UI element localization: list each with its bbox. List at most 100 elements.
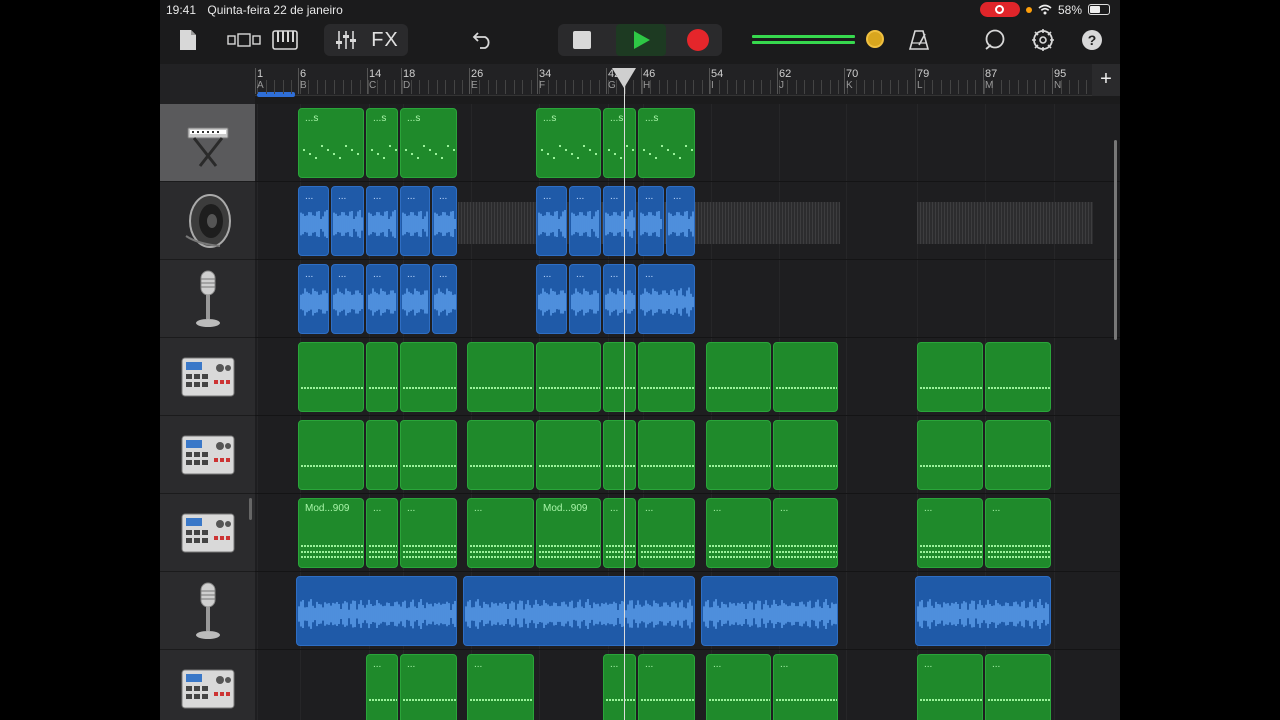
midi-region[interactable]: Mod...909 (536, 498, 601, 568)
audio-region[interactable]: ... (432, 186, 457, 256)
screen-recording-indicator[interactable] (979, 2, 1020, 17)
midi-region[interactable]: ... (638, 498, 695, 568)
midi-region[interactable] (298, 342, 364, 412)
midi-region[interactable]: ...s (400, 108, 457, 178)
audio-region[interactable] (463, 576, 695, 646)
midi-region[interactable]: ... (366, 498, 398, 568)
audio-region[interactable]: ... (536, 264, 567, 334)
midi-region[interactable] (400, 342, 457, 412)
loop-browser-button[interactable] (980, 24, 1010, 56)
midi-region[interactable] (706, 342, 771, 412)
midi-region[interactable] (917, 420, 983, 490)
midi-region[interactable] (638, 420, 695, 490)
audio-region[interactable]: ... (400, 264, 430, 334)
audio-region[interactable]: ... (298, 186, 329, 256)
header-resize-handle[interactable] (249, 498, 252, 520)
midi-region[interactable]: ...s (298, 108, 364, 178)
audio-region[interactable]: ... (603, 264, 636, 334)
my-songs-button[interactable] (174, 24, 202, 56)
midi-region[interactable]: ... (603, 654, 636, 720)
midi-region[interactable] (298, 420, 364, 490)
midi-region[interactable]: ...s (603, 108, 636, 178)
track-header-beat-2[interactable] (160, 416, 255, 494)
fx-button[interactable]: FX (368, 24, 402, 56)
track-lane[interactable]: ........................... (255, 650, 1120, 720)
track-lane[interactable] (255, 572, 1120, 650)
track-controls-button[interactable] (330, 24, 362, 56)
audio-region[interactable]: ... (569, 264, 601, 334)
midi-region[interactable]: ... (603, 498, 636, 568)
settings-button[interactable] (1028, 24, 1058, 56)
track-lane[interactable]: .............................. (255, 182, 1120, 260)
midi-region[interactable] (467, 342, 534, 412)
audio-region[interactable]: ... (432, 264, 457, 334)
midi-region[interactable] (773, 420, 838, 490)
midi-region[interactable]: ... (985, 498, 1051, 568)
midi-region[interactable]: ... (400, 654, 457, 720)
track-header-mic-2[interactable] (160, 572, 255, 650)
track-lane[interactable] (255, 338, 1120, 416)
midi-region[interactable]: ...s (638, 108, 695, 178)
midi-region[interactable] (917, 342, 983, 412)
audio-region[interactable]: ... (366, 186, 398, 256)
midi-region[interactable] (773, 342, 838, 412)
midi-region[interactable]: ... (706, 498, 771, 568)
track-header-beat-1[interactable] (160, 338, 255, 416)
midi-region[interactable] (536, 420, 601, 490)
midi-region[interactable] (985, 420, 1051, 490)
midi-region[interactable]: ... (467, 654, 534, 720)
play-button[interactable] (616, 24, 666, 56)
track-header-amp[interactable] (160, 182, 255, 260)
stop-button[interactable] (564, 24, 600, 56)
muted-audio-region[interactable] (917, 202, 1093, 244)
add-section-button[interactable]: + (1092, 64, 1120, 96)
midi-region[interactable] (400, 420, 457, 490)
audio-region[interactable]: ... (569, 186, 601, 256)
audio-region[interactable]: ... (331, 264, 364, 334)
midi-region[interactable]: ... (706, 654, 771, 720)
midi-region[interactable]: ... (773, 654, 838, 720)
record-button[interactable] (680, 24, 716, 56)
midi-region[interactable]: ... (467, 498, 534, 568)
help-button[interactable]: ? (1078, 24, 1106, 56)
track-lane[interactable]: ........................... (255, 260, 1120, 338)
track-header-beat-4[interactable] (160, 650, 255, 720)
track-header-beat-3[interactable] (160, 494, 255, 572)
audio-region[interactable]: ... (298, 264, 329, 334)
browser-button[interactable] (224, 24, 264, 56)
midi-region[interactable] (467, 420, 534, 490)
audio-region[interactable]: ... (638, 264, 695, 334)
audio-region[interactable]: ... (366, 264, 398, 334)
midi-region[interactable] (603, 342, 636, 412)
midi-region[interactable] (536, 342, 601, 412)
midi-region[interactable] (603, 420, 636, 490)
midi-region[interactable]: ...s (366, 108, 398, 178)
midi-region[interactable] (366, 420, 398, 490)
midi-region[interactable]: ...s (536, 108, 601, 178)
track-lane[interactable]: Mod...909......... Mod...909.............… (255, 494, 1120, 572)
midi-region[interactable] (638, 342, 695, 412)
midi-region[interactable] (366, 342, 398, 412)
track-header-keyboard[interactable] (160, 104, 255, 182)
undo-button[interactable] (468, 24, 498, 56)
audio-region[interactable] (701, 576, 838, 646)
cycle-region-bar[interactable] (257, 92, 295, 97)
audio-region[interactable]: ... (603, 186, 636, 256)
midi-region[interactable] (706, 420, 771, 490)
track-lane[interactable]: ...s ...s ...s ...s ...s ...s (255, 104, 1120, 182)
midi-region[interactable]: ... (917, 498, 983, 568)
midi-region[interactable]: Mod...909 (298, 498, 364, 568)
master-volume-knob[interactable] (866, 30, 884, 48)
instrument-button[interactable] (270, 24, 300, 56)
midi-region[interactable]: ... (773, 498, 838, 568)
vertical-scrollbar[interactable] (1114, 140, 1117, 340)
audio-region[interactable]: ... (666, 186, 695, 256)
metronome-button[interactable] (904, 24, 934, 56)
timeline-ruler[interactable]: 1 A 6 B 14 C 18 D 26 E 34 F 42 G 46 H 54 I 62 J 70 K 79 L 87 M 95 N… (255, 64, 1120, 97)
midi-region[interactable] (985, 342, 1051, 412)
midi-region[interactable]: ... (638, 654, 695, 720)
audio-region[interactable]: ... (400, 186, 430, 256)
midi-region[interactable]: ... (400, 498, 457, 568)
midi-region[interactable]: ... (366, 654, 398, 720)
audio-region[interactable]: ... (638, 186, 664, 256)
